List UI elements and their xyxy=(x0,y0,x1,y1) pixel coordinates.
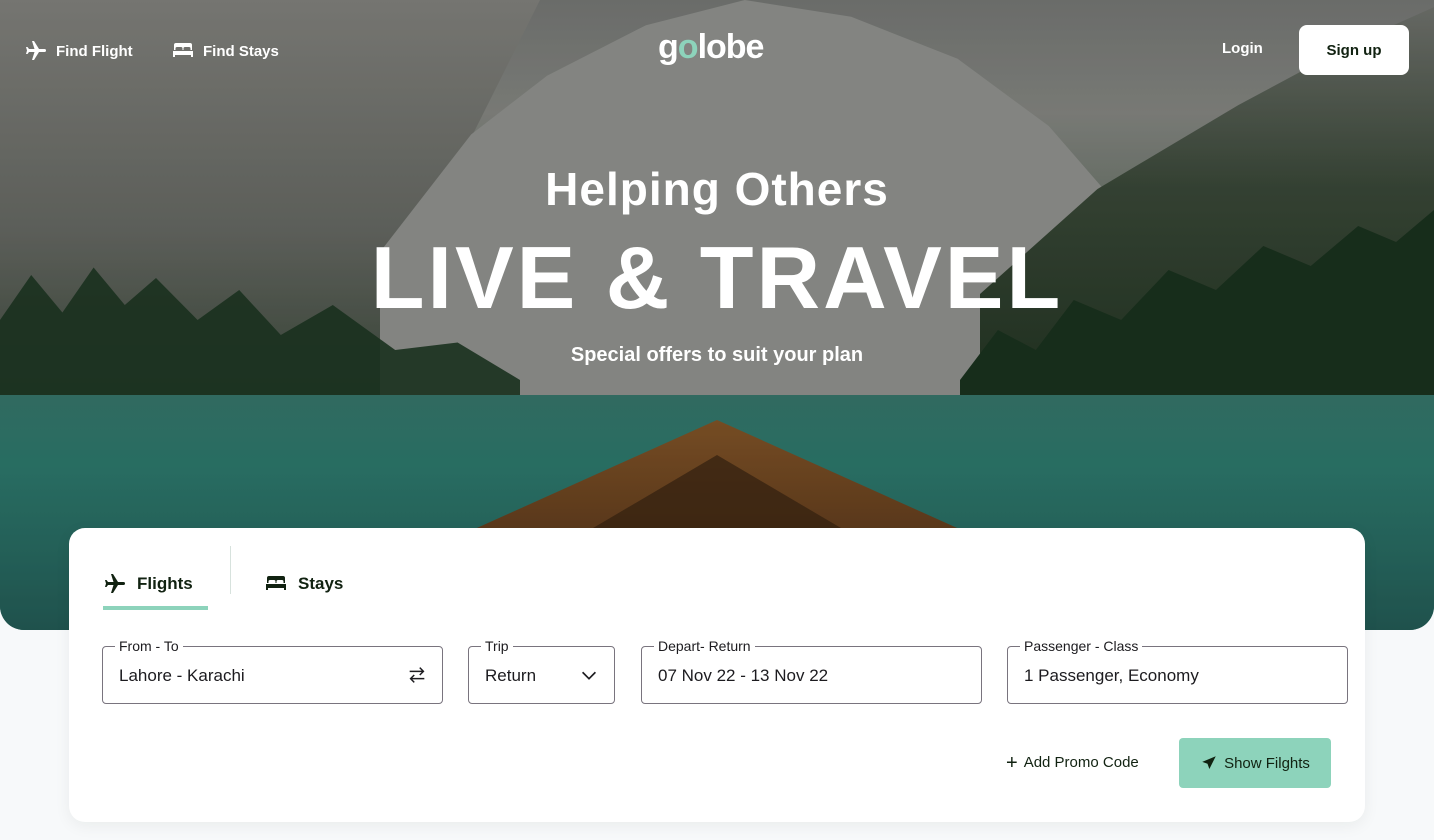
from-to-value: Lahore - Karachi xyxy=(119,666,245,685)
show-flights-label: Show Filghts xyxy=(1224,754,1310,772)
airplane-icon xyxy=(105,574,125,593)
show-flights-button[interactable]: Show Filghts xyxy=(1179,738,1331,788)
chevron-down-icon xyxy=(581,671,597,680)
logo-text-lobe: lobe xyxy=(697,28,765,66)
search-card: Flights Stays From - To Lahore - Karachi… xyxy=(69,528,1365,822)
hero-title: LIVE & TRAVEL xyxy=(370,228,1064,327)
brand-logo[interactable]: golobe xyxy=(658,28,778,72)
depart-return-field[interactable]: Depart- Return 07 Nov 22 - 13 Nov 22 xyxy=(641,638,982,704)
add-promo-code-label: Add Promo Code xyxy=(1023,754,1139,771)
bed-icon xyxy=(173,43,193,57)
trip-select[interactable]: Trip Return xyxy=(468,638,615,704)
passenger-class-label: Passenger - Class xyxy=(1020,638,1143,654)
nav-find-flight[interactable]: Find Flight xyxy=(24,36,133,66)
nav-find-flight-label: Find Flight xyxy=(56,42,133,60)
tab-flights-label: Flights xyxy=(137,574,193,593)
logo-text-g: g xyxy=(658,28,679,66)
tab-stays-label: Stays xyxy=(298,574,344,593)
hero-subtitle: Helping Others xyxy=(545,163,889,215)
trip-value: Return xyxy=(485,666,537,685)
swap-icon[interactable] xyxy=(406,664,428,686)
hero-tagline: Special offers to suit your plan xyxy=(570,344,864,366)
active-tab-indicator xyxy=(103,606,208,610)
passenger-class-field[interactable]: Passenger - Class 1 Passenger, Economy xyxy=(1007,638,1348,704)
depart-return-label: Depart- Return xyxy=(654,638,755,654)
depart-return-value: 07 Nov 22 - 13 Nov 22 xyxy=(658,666,829,685)
logo-text-o: o xyxy=(677,28,699,66)
paper-plane-icon xyxy=(1202,756,1216,769)
signup-button[interactable]: Sign up xyxy=(1299,25,1409,75)
login-link[interactable]: Login xyxy=(1222,40,1263,57)
bed-icon xyxy=(266,576,286,590)
from-to-field[interactable]: From - To Lahore - Karachi xyxy=(102,638,443,704)
nav-find-stays[interactable]: Find Stays xyxy=(171,36,279,66)
plus-icon: + xyxy=(1006,751,1018,774)
nav-find-stays-label: Find Stays xyxy=(203,42,279,60)
passenger-class-value: 1 Passenger, Economy xyxy=(1024,666,1199,685)
from-to-label: From - To xyxy=(115,638,183,654)
tab-divider xyxy=(230,546,231,594)
add-promo-code-button[interactable]: + Add Promo Code xyxy=(1006,751,1139,774)
airplane-icon xyxy=(26,41,46,60)
tab-stays[interactable]: Stays xyxy=(264,552,343,616)
trip-label: Trip xyxy=(481,638,513,654)
